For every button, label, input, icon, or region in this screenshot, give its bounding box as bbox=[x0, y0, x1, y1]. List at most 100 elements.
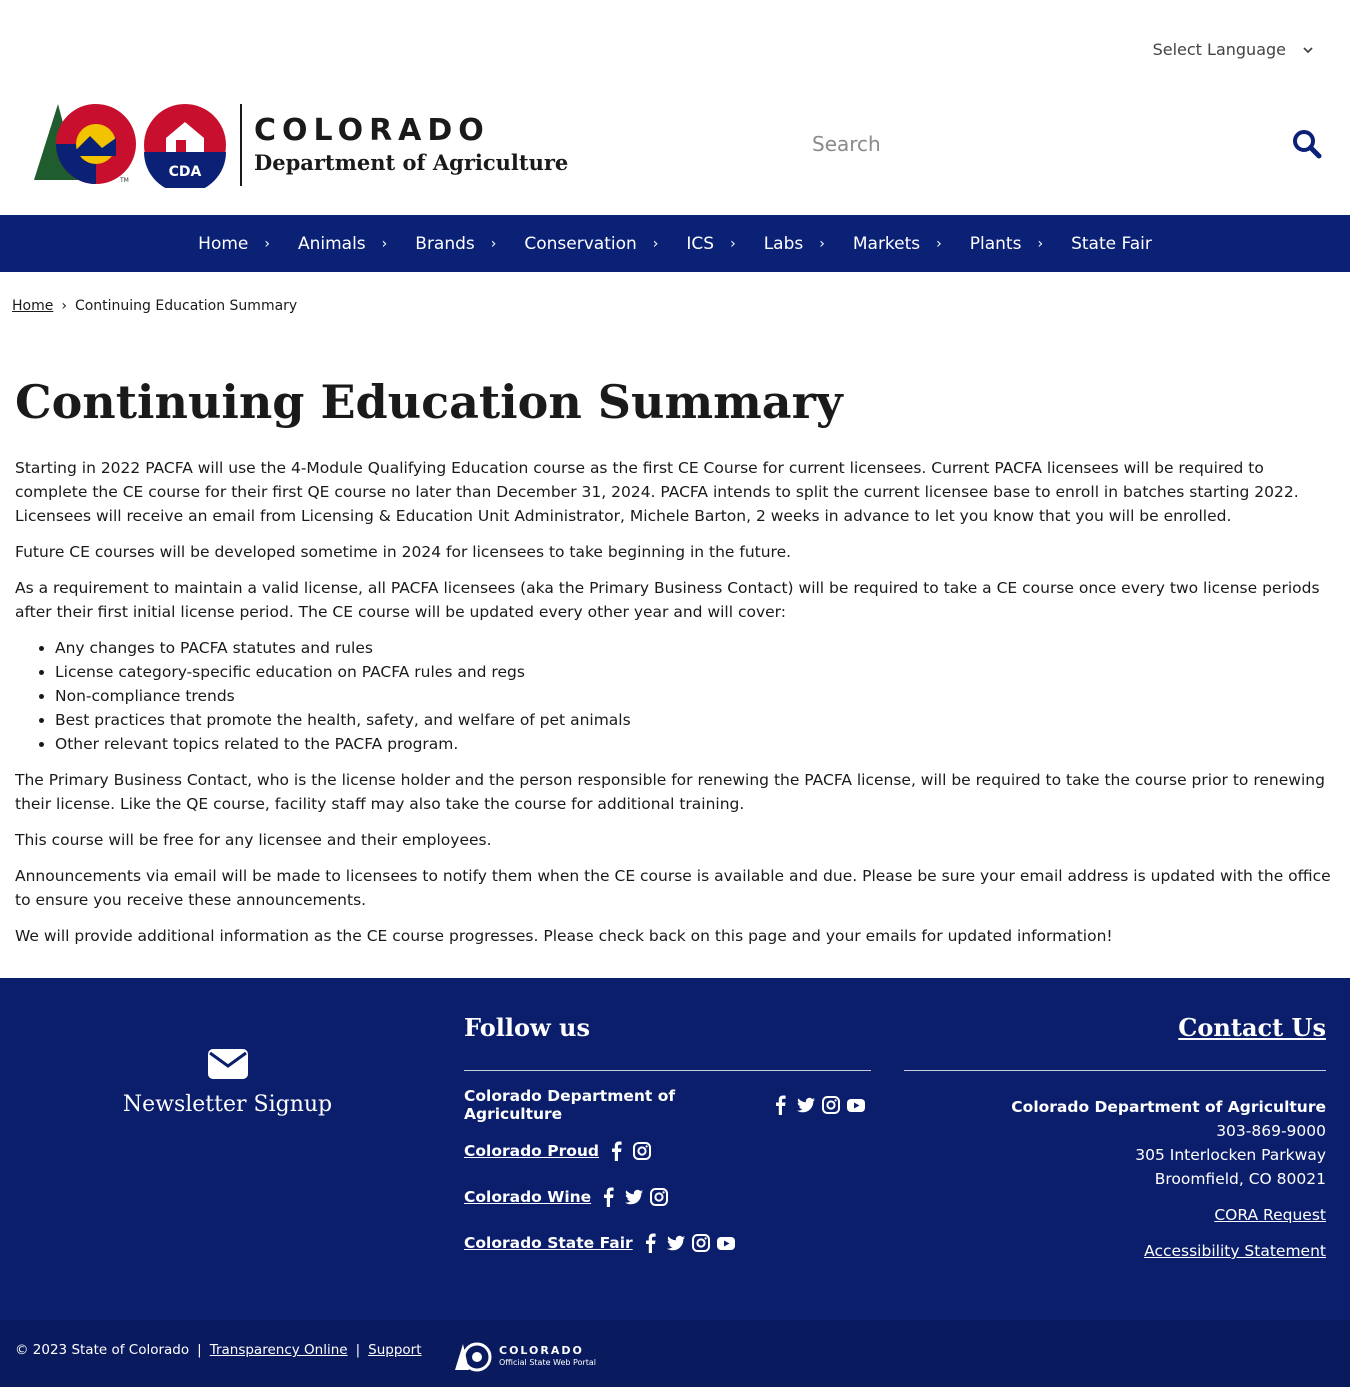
language-select-label: Select Language bbox=[1152, 40, 1286, 59]
nav-item-label: Home bbox=[198, 233, 249, 254]
svg-text:CDA: CDA bbox=[169, 164, 202, 180]
main-nav: Home › Animals › Brands › Conservation › ICS… bbox=[0, 215, 1350, 272]
list-item: Any changes to PACFA statutes and rules bbox=[55, 636, 1340, 660]
page-title: Continuing Education Summary bbox=[15, 375, 843, 429]
nav-item-labs[interactable]: Labs › bbox=[764, 234, 825, 254]
contact-city: Broomfield, CO 80021 bbox=[1154, 1170, 1326, 1188]
topics-list: Any changes to PACFA statutes and rules … bbox=[15, 636, 1340, 756]
copyright: © 2023 State of Colorado bbox=[15, 1342, 190, 1358]
paragraph: We will provide additional information a… bbox=[15, 927, 1113, 945]
paragraph: Starting in 2022 PACFA will use the 4-Mo… bbox=[15, 459, 1299, 525]
contact-address: Colorado Department of Agriculture 303-8… bbox=[904, 1095, 1326, 1191]
nav-item-label: Plants bbox=[969, 233, 1022, 254]
envelope-icon bbox=[207, 1049, 248, 1079]
contact-org: Colorado Department of Agriculture bbox=[1011, 1098, 1326, 1116]
list-item: Best practices that promote the health, … bbox=[55, 708, 1340, 732]
nav-item-state-fair[interactable]: State Fair bbox=[1071, 234, 1152, 254]
nav-item-label: State Fair bbox=[1071, 233, 1152, 254]
nav-item-animals[interactable]: Animals › bbox=[298, 234, 387, 254]
facebook-icon[interactable] bbox=[607, 1141, 627, 1161]
chevron-right-icon: › bbox=[61, 298, 67, 314]
list-item: Non-compliance trends bbox=[55, 684, 1340, 708]
nav-item-label: ICS bbox=[686, 233, 715, 254]
twitter-icon[interactable] bbox=[796, 1095, 816, 1115]
divider bbox=[904, 1070, 1326, 1071]
facebook-icon[interactable] bbox=[641, 1233, 661, 1253]
nav-item-plants[interactable]: Plants › bbox=[970, 234, 1043, 254]
search-icon[interactable] bbox=[1292, 129, 1322, 159]
nav-item-label: Labs bbox=[763, 233, 804, 254]
contact-section: Contact Us Colorado Department of Agricu… bbox=[904, 1013, 1326, 1263]
facebook-icon[interactable] bbox=[599, 1187, 619, 1207]
nav-item-conservation[interactable]: Conservation › bbox=[524, 234, 658, 254]
youtube-icon[interactable] bbox=[846, 1095, 866, 1115]
paragraph: As a requirement to maintain a valid lic… bbox=[15, 579, 1320, 621]
footer: Newsletter Signup Follow us Colorado Dep… bbox=[0, 978, 1350, 1320]
instagram-icon[interactable] bbox=[649, 1187, 669, 1207]
follow-us-title: Follow us bbox=[464, 1013, 590, 1042]
svg-text:TM: TM bbox=[119, 177, 129, 184]
list-item: License category-specific education on P… bbox=[55, 660, 1340, 684]
chevron-right-icon: › bbox=[490, 235, 497, 252]
nav-item-label: Brands bbox=[415, 233, 475, 254]
language-select[interactable]: Select Language bbox=[1153, 40, 1314, 59]
cda-badge-icon: CDA bbox=[144, 104, 226, 188]
chevron-right-icon: › bbox=[1037, 235, 1044, 252]
chevron-right-icon: › bbox=[264, 235, 270, 252]
support-link[interactable]: Support bbox=[368, 1342, 421, 1358]
logo-text: COLORADO Department of Agriculture bbox=[254, 113, 568, 177]
social-label: Colorado Department of Agriculture bbox=[464, 1087, 676, 1123]
social-row-colorado-wine: Colorado Wine bbox=[464, 1185, 871, 1209]
separator: | bbox=[197, 1342, 202, 1358]
bottom-bar: © 2023 State of Colorado | Transparency … bbox=[0, 1320, 1350, 1387]
follow-us-section: Follow us Colorado Department of Agricul… bbox=[464, 1013, 871, 1255]
portal-name: COLORADO bbox=[499, 1344, 584, 1357]
twitter-icon[interactable] bbox=[624, 1187, 644, 1207]
colorado-state-fair-link[interactable]: Colorado State Fair bbox=[464, 1234, 633, 1252]
colorado-wine-link[interactable]: Colorado Wine bbox=[464, 1188, 591, 1206]
paragraph: This course will be free for any license… bbox=[15, 831, 492, 849]
breadcrumb-current: Continuing Education Summary bbox=[74, 298, 298, 314]
search-input[interactable] bbox=[800, 122, 1294, 166]
nav-item-markets[interactable]: Markets › bbox=[853, 234, 942, 254]
instagram-icon[interactable] bbox=[821, 1095, 841, 1115]
nav-item-home[interactable]: Home › bbox=[198, 234, 270, 254]
transparency-online-link[interactable]: Transparency Online bbox=[210, 1342, 348, 1358]
nav-item-label: Animals bbox=[297, 233, 366, 254]
contact-us-link[interactable]: Contact Us bbox=[904, 1013, 1326, 1042]
logo-divider bbox=[240, 104, 242, 186]
chevron-right-icon: › bbox=[730, 235, 736, 252]
nav-item-label: Markets bbox=[852, 233, 921, 254]
twitter-icon[interactable] bbox=[666, 1233, 686, 1253]
paragraph: Announcements via email will be made to … bbox=[15, 867, 1331, 909]
separator: | bbox=[355, 1342, 361, 1358]
colorado-c-logo-icon: TM bbox=[34, 104, 136, 184]
instagram-icon[interactable] bbox=[632, 1141, 652, 1161]
colorado-proud-link[interactable]: Colorado Proud bbox=[464, 1142, 599, 1160]
logo-state-name: COLORADO bbox=[254, 113, 490, 148]
accessibility-statement-link[interactable]: Accessibility Statement bbox=[904, 1239, 1326, 1263]
portal-subtitle: Official State Web Portal bbox=[499, 1358, 597, 1367]
social-row-state-fair: Colorado State Fair bbox=[464, 1231, 871, 1255]
facebook-icon[interactable] bbox=[771, 1095, 791, 1115]
paragraph: Future CE courses will be developed some… bbox=[15, 543, 792, 561]
paragraph: The Primary Business Contact, who is the… bbox=[15, 771, 1325, 813]
youtube-icon[interactable] bbox=[716, 1233, 736, 1253]
state-portal-logo[interactable]: COLORADO Official State Web Portal bbox=[455, 1342, 596, 1372]
contact-phone: 303-869-9000 bbox=[1216, 1122, 1326, 1140]
nav-item-ics[interactable]: ICS › bbox=[686, 234, 735, 254]
chevron-right-icon: › bbox=[819, 235, 825, 252]
cora-request-link[interactable]: CORA Request bbox=[904, 1203, 1326, 1227]
cda-logo[interactable]: TM CDA COLORADO Department of Agricultur… bbox=[30, 100, 568, 190]
contact-street: 305 Interlocken Parkway bbox=[1135, 1146, 1326, 1164]
bottom-links: © 2023 State of Colorado | Transparency … bbox=[15, 1342, 422, 1358]
social-row-colorado-proud: Colorado Proud bbox=[464, 1139, 871, 1163]
instagram-icon[interactable] bbox=[691, 1233, 711, 1253]
nav-item-brands[interactable]: Brands › bbox=[415, 234, 496, 254]
breadcrumb-home-link[interactable]: Home bbox=[12, 298, 53, 314]
breadcrumb: Home › Continuing Education Summary bbox=[12, 298, 297, 314]
site-search bbox=[800, 120, 1330, 168]
chevron-right-icon: › bbox=[652, 235, 659, 252]
main-content: Continuing Education Summary Starting in… bbox=[15, 368, 1340, 960]
newsletter-signup[interactable]: Newsletter Signup bbox=[0, 1048, 455, 1117]
